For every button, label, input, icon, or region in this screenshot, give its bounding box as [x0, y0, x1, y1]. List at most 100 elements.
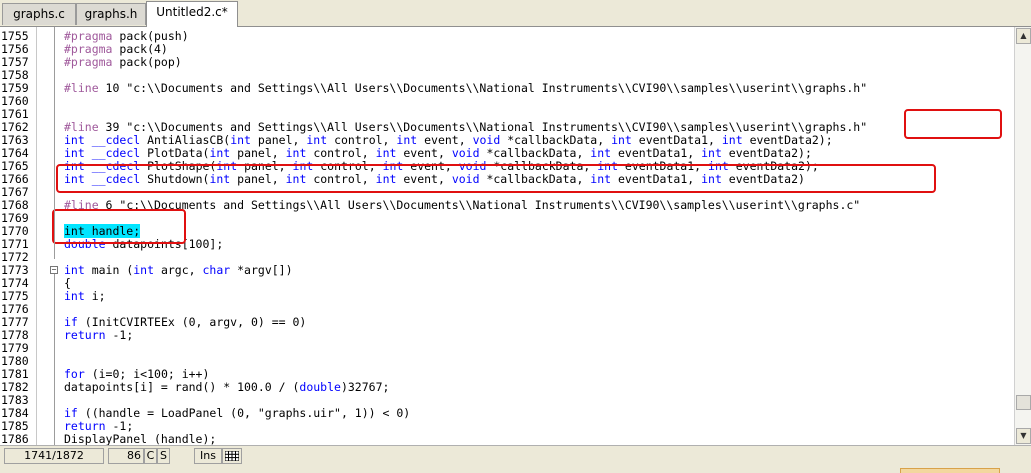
code-token: eventData2); [742, 133, 833, 147]
code-line[interactable]: #line 10 "c:\\Documents and Settings\\Al… [64, 82, 867, 95]
keyword-token: int [64, 289, 85, 303]
horizontal-strip [0, 466, 1031, 473]
keyword-token: return [64, 419, 106, 433]
tab-label: graphs.h [84, 7, 138, 21]
code-token: event, [396, 146, 452, 160]
tab-label: Untitled2.c* [156, 5, 228, 19]
insert-mode-text: Ins [200, 449, 216, 462]
code-line[interactable]: int i; [64, 290, 106, 303]
cursor-position-text: 1741/1872 [24, 449, 84, 462]
tab-graphs-c[interactable]: graphs.c [2, 3, 76, 25]
code-line[interactable]: datapoints[i] = rand() * 100.0 / (double… [64, 381, 389, 394]
preprocessor-token: #pragma [64, 29, 113, 43]
status-c-text: C [146, 449, 155, 462]
code-token: pack(pop) [112, 55, 182, 69]
code-token: *callbackData, [479, 146, 591, 160]
line-number-gutter: 1755 1756 1757 1758 1759 1760 1761 1762 1763 1764… [0, 27, 37, 445]
code-token: argc, [154, 263, 203, 277]
fold-guide [54, 27, 55, 259]
keyword-token: int [396, 133, 418, 147]
keyword-token: int [230, 133, 251, 147]
code-line[interactable]: return -1; [64, 329, 133, 342]
code-token: event, [417, 133, 473, 147]
tab-label: graphs.c [13, 7, 65, 21]
code-token: datapoints[i] = rand() * 100.0 / ( [64, 380, 300, 394]
keyword-token: void [451, 146, 480, 160]
cursor-position: 1741/1872 [4, 448, 104, 464]
keyword-token: if [64, 406, 78, 420]
code-token: i; [84, 289, 106, 303]
code-line[interactable]: #pragma pack(pop) [64, 56, 182, 69]
status-bar: 1741/1872 86 C S Ins [0, 445, 1031, 473]
code-token: -1; [105, 328, 134, 342]
annotation-box-graphs-h [904, 109, 1002, 139]
code-token: control, [327, 133, 397, 147]
code-token: pack(4) [112, 42, 168, 56]
code-token: PlotData( [140, 146, 210, 160]
keyword-token: int [64, 263, 85, 277]
status-s-flag: S [157, 448, 170, 464]
code-token: (i=0; i<100; i++) [84, 367, 210, 381]
column-number-text: 86 [127, 449, 141, 462]
code-token: *callbackData, [500, 133, 612, 147]
horizontal-scroll-thumb[interactable] [900, 468, 1000, 473]
code-token: panel, [230, 146, 286, 160]
keyword-token: char [202, 263, 231, 277]
code-token: eventData1, [631, 133, 722, 147]
scroll-thumb[interactable] [1016, 395, 1031, 410]
code-token: control, [306, 146, 376, 160]
keyword-token: int [64, 133, 85, 147]
status-c-flag: C [144, 448, 157, 464]
scroll-down-button[interactable]: ▼ [1016, 428, 1031, 444]
code-token: (InitCVIRTEEx (0, argv, 0) == 0) [77, 315, 307, 329]
code-token: panel, [250, 133, 307, 147]
tab-untitled2-c[interactable]: Untitled2.c* [146, 1, 238, 27]
code-token: )32767; [340, 380, 390, 394]
code-line[interactable]: int main (int argc, char *argv[]) [64, 264, 293, 277]
preprocessor-token: #line [64, 120, 99, 134]
code-token: -1; [105, 419, 134, 433]
scroll-up-button[interactable]: ▲ [1016, 28, 1031, 44]
insert-mode-indicator: Ins [194, 448, 222, 464]
vertical-scrollbar[interactable]: ▲ ▼ [1014, 27, 1031, 445]
code-token: pack(push) [112, 29, 189, 43]
keyword-token: int [375, 146, 397, 160]
keyword-token: int [721, 133, 743, 147]
code-token: main ( [84, 263, 134, 277]
keyword-token: int [701, 146, 722, 160]
tab-bar: graphs.c graphs.h Untitled2.c* [0, 0, 1031, 27]
code-token: AntiAliasCB( [140, 133, 231, 147]
editor-window: graphs.c graphs.h Untitled2.c* 1755 1756 1… [0, 0, 1031, 473]
keyword-token: double [299, 380, 341, 394]
code-token: 10 "c:\\Documents and Settings\\All User… [98, 81, 868, 95]
line-number: 1786 [1, 432, 29, 446]
keyword-token: for [64, 367, 85, 381]
code-line[interactable]: DisplayPanel (handle); [64, 433, 216, 446]
preprocessor-token: #pragma [64, 55, 113, 69]
tab-graphs-h[interactable]: graphs.h [76, 3, 146, 25]
keyword-token: return [64, 328, 106, 342]
annotation-box-shutdown [56, 164, 936, 193]
grid-icon-graphic [224, 450, 240, 462]
keyword-token: int [133, 263, 155, 277]
column-number: 86 [108, 448, 144, 464]
code-token: eventData2); [721, 146, 812, 160]
code-token: ((handle = LoadPanel (0, "graphs.uir", 1… [77, 406, 411, 420]
code-token: 39 "c:\\Documents and Settings\\All User… [98, 120, 868, 134]
preprocessor-token: #line [64, 81, 99, 95]
keyword-token: int [306, 133, 328, 147]
keyword-token: int [611, 133, 632, 147]
keyword-token: __cdecl [91, 133, 141, 147]
code-token: *argv[]) [230, 263, 293, 277]
preprocessor-token: #pragma [64, 42, 113, 56]
status-s-text: S [160, 449, 167, 462]
keyword-token: int [590, 146, 612, 160]
keyword-token: int [285, 146, 307, 160]
keyword-token: if [64, 315, 78, 329]
fold-toggle-icon[interactable]: − [50, 266, 58, 274]
code-token: { [64, 276, 71, 290]
code-editor[interactable]: 1755 1756 1757 1758 1759 1760 1761 1762 1763 1764… [0, 27, 1014, 445]
grid-icon[interactable] [222, 448, 242, 464]
